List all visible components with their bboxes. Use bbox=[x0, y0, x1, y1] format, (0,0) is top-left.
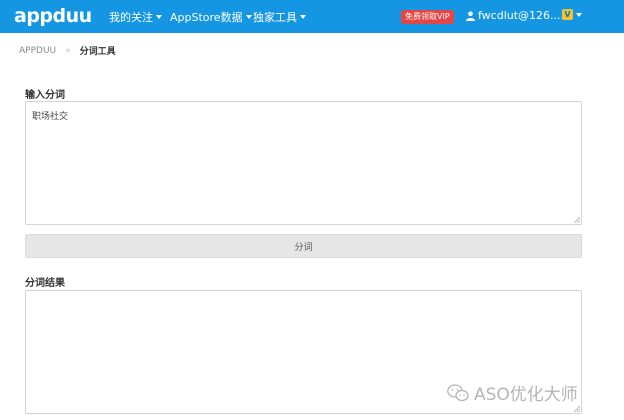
nav-my-follows-label: 我的关注 bbox=[109, 11, 153, 24]
user-menu[interactable]: fwcdlut@126.... bbox=[466, 9, 564, 22]
wechat-icon bbox=[447, 383, 469, 401]
nav-exclusive-tools[interactable]: 独家工具 bbox=[253, 9, 306, 25]
breadcrumb-separator: » bbox=[65, 45, 71, 56]
breadcrumb-home-link[interactable]: APPDUU bbox=[19, 46, 56, 56]
watermark-text: ASO优化大师 bbox=[474, 385, 578, 405]
input-segment-textarea[interactable]: 职场社交 bbox=[25, 101, 582, 225]
resize-handle-icon[interactable] bbox=[574, 217, 580, 223]
v-badge-icon: V bbox=[562, 9, 573, 20]
caret-down-icon bbox=[576, 12, 582, 17]
caret-down-icon bbox=[300, 15, 306, 19]
wechat-watermark: ASO优化大师 bbox=[447, 380, 578, 405]
appduu-logo[interactable]: appduu bbox=[14, 5, 92, 27]
breadcrumb: APPDUU » 分词工具 bbox=[19, 44, 116, 58]
caret-down-icon bbox=[245, 15, 252, 19]
result-segment-label: 分词结果 bbox=[25, 278, 65, 289]
nav-appstore-data-label: AppStore数据 bbox=[170, 11, 243, 24]
nav-exclusive-tools-label: 独家工具 bbox=[253, 11, 297, 24]
user-email: fwcdlut@126.... bbox=[478, 9, 565, 22]
nav-appstore-data[interactable]: AppStore数据 bbox=[170, 9, 252, 25]
top-navbar: appduu 我的关注 AppStore数据 独家工具 免费领取VIP fwcd… bbox=[0, 0, 624, 33]
segment-button[interactable]: 分词 bbox=[25, 234, 582, 258]
input-segment-label: 输入分词 bbox=[25, 90, 65, 101]
nav-my-follows[interactable]: 我的关注 bbox=[109, 9, 162, 25]
resize-handle-icon[interactable] bbox=[574, 406, 580, 412]
user-icon bbox=[466, 11, 475, 21]
caret-down-icon bbox=[156, 15, 162, 19]
v-badge-menu[interactable]: V bbox=[562, 9, 582, 20]
breadcrumb-current: 分词工具 bbox=[79, 47, 116, 57]
free-vip-badge[interactable]: 免费领取VIP bbox=[401, 10, 454, 24]
